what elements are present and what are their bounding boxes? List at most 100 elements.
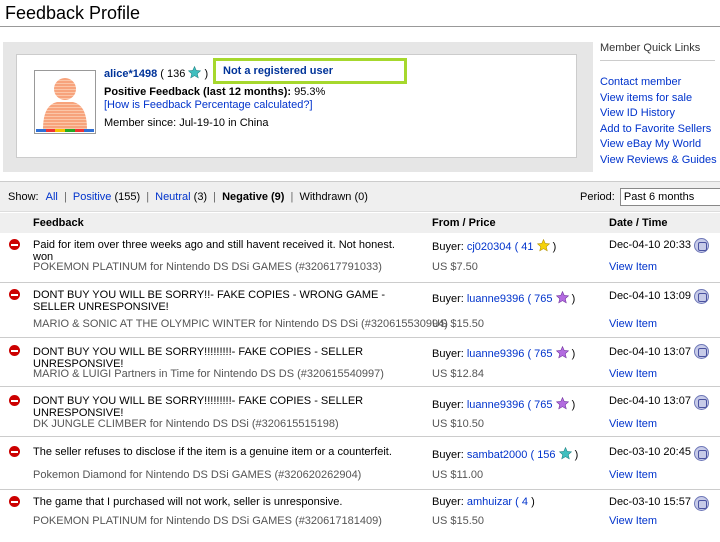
buyer-info: Buyer: sambat2000 ( 156 ): [432, 447, 578, 461]
negative-feedback-icon: [9, 496, 20, 507]
quick-link-favorite-sellers[interactable]: Add to Favorite Sellers: [600, 122, 720, 138]
buyer-score-link[interactable]: ( 41: [515, 241, 534, 253]
buyer-label: Buyer:: [432, 496, 464, 508]
buyer-label: Buyer:: [432, 241, 464, 253]
buyer-score-link[interactable]: ( 765: [527, 399, 552, 411]
score-close: ): [204, 68, 209, 80]
filter-withdrawn: Withdrawn (0): [299, 191, 368, 203]
feedback-date: Dec-04-10 13:09: [609, 290, 691, 302]
buyer-info: Buyer: cj020304 ( 41 ): [432, 239, 556, 253]
feedback-date: Dec-03-10 15:57: [609, 496, 691, 508]
feedback-date: Dec-04-10 13:07: [609, 346, 691, 358]
period-select[interactable]: Past 6 months ▼: [619, 188, 720, 206]
buyer-score-link[interactable]: ( 4: [515, 496, 528, 508]
purple-star-icon: [555, 291, 569, 304]
avatar-color-strip: [36, 129, 95, 132]
negative-feedback-icon: [9, 446, 20, 457]
view-item-link[interactable]: View Item: [609, 469, 657, 481]
score-open: (: [160, 68, 164, 80]
view-item-link[interactable]: View Item: [609, 368, 657, 380]
feedback-comment: The game that I purchased will not work,…: [33, 496, 343, 508]
negative-feedback-icon: [9, 345, 20, 356]
avatar[interactable]: [34, 70, 96, 134]
price: US $10.50: [432, 418, 484, 430]
buyer-score-close: ): [571, 293, 576, 305]
buyer-link[interactable]: luanne9396: [467, 399, 525, 411]
buyer-info: Buyer: amhuizar ( 4 ): [432, 496, 535, 508]
buyer-score-link[interactable]: ( 765: [527, 293, 552, 305]
item-title: POKEMON PLATINUM for Nintendo DS DSi GAM…: [33, 515, 382, 527]
period-value: Past 6 months: [623, 191, 695, 203]
quick-link-my-world[interactable]: View eBay My World: [600, 137, 720, 153]
quick-link-contact-member[interactable]: Contact member: [600, 75, 720, 91]
positive-feedback-label: Positive Feedback (last 12 months):: [104, 86, 292, 98]
feedback-date: Dec-04-10 13:07: [609, 395, 691, 407]
buyer-link[interactable]: sambat2000: [467, 449, 528, 461]
filter-neutral[interactable]: Neutral: [155, 191, 190, 203]
quick-link-id-history[interactable]: View ID History: [600, 106, 720, 122]
filter-positive[interactable]: Positive: [73, 191, 112, 203]
view-item-link[interactable]: View Item: [609, 418, 657, 430]
table-row: DONT BUY YOU WILL BE SORRY!!!!!!!!!- FAK…: [0, 338, 720, 387]
member-quick-links: Member Quick Links Contact member View i…: [600, 42, 720, 168]
registration-status-link[interactable]: Not a registered user: [223, 65, 333, 77]
column-from-price: From / Price: [432, 217, 496, 229]
buyer-link[interactable]: cj020304: [467, 241, 512, 253]
buyer-label: Buyer:: [432, 449, 464, 461]
view-item-link[interactable]: View Item: [609, 318, 657, 330]
quick-link-items-for-sale[interactable]: View items for sale: [600, 91, 720, 107]
quick-link-reviews-guides[interactable]: View Reviews & Guides: [600, 153, 720, 169]
buyer-link[interactable]: amhuizar: [467, 496, 512, 508]
item-history-icon[interactable]: [694, 446, 709, 461]
buyer-score-close: ): [574, 449, 579, 461]
item-history-icon[interactable]: [694, 344, 709, 359]
filter-separator: |: [146, 191, 150, 203]
feedback-date: Dec-03-10 20:45: [609, 446, 691, 458]
feedback-date: Dec-04-10 20:33: [609, 239, 691, 251]
feedback-filters: Show: All | Positive (155) | Neutral (3)…: [8, 191, 368, 203]
column-feedback: Feedback: [33, 217, 84, 229]
table-row: DONT BUY YOU WILL BE SORRY!!!!!!!!!- FAK…: [0, 387, 720, 437]
buyer-score-link[interactable]: ( 765: [527, 348, 552, 360]
feedback-comment: The seller refuses to disclose if the it…: [33, 446, 392, 458]
user-line: alice*1498 ( 136 ): [104, 66, 208, 80]
feedback-comment: DONT BUY YOU WILL BE SORRY!!!!!!!!!- FAK…: [33, 395, 364, 419]
star-icon: [188, 66, 202, 79]
teal-star-icon: [558, 447, 572, 460]
negative-feedback-icon: [9, 395, 20, 406]
quick-links-title: Member Quick Links: [600, 42, 715, 61]
buyer-link[interactable]: luanne9396: [467, 348, 525, 360]
table-row: The game that I purchased will not work,…: [0, 490, 720, 542]
item-history-icon[interactable]: [694, 496, 709, 511]
item-history-icon[interactable]: [694, 289, 709, 304]
item-title: Pokemon Diamond for Nintendo DS DSi GAME…: [33, 469, 362, 481]
registration-highlight: Not a registered user: [213, 58, 407, 84]
price: US $11.00: [432, 469, 484, 481]
buyer-score-link[interactable]: ( 156: [530, 449, 555, 461]
feedback-calc-link[interactable]: [How is Feedback Percentage calculated?]: [104, 99, 313, 111]
buyer-score-close: ): [571, 348, 576, 360]
negative-feedback-icon: [9, 239, 20, 250]
buyer-info: Buyer: luanne9396 ( 765 ): [432, 397, 575, 411]
filter-bar: Show: All | Positive (155) | Neutral (3)…: [0, 181, 720, 212]
filter-separator: |: [63, 191, 67, 203]
buyer-link[interactable]: luanne9396: [467, 293, 525, 305]
buyer-score-close: ): [552, 241, 557, 253]
person-silhouette-icon: [43, 78, 87, 129]
buyer-info: Buyer: luanne9396 ( 765 ): [432, 346, 575, 360]
feedback-score-link[interactable]: 136: [167, 68, 185, 80]
view-item-link[interactable]: View Item: [609, 515, 657, 527]
positive-feedback-line: Positive Feedback (last 12 months): 95.3…: [104, 86, 325, 98]
item-history-icon[interactable]: [694, 238, 709, 253]
price: US $15.50: [432, 318, 484, 330]
item-title: MARIO & LUIGI Partners in Time for Ninte…: [33, 368, 384, 380]
item-title: POKEMON PLATINUM for Nintendo DS DSi GAM…: [33, 261, 382, 273]
show-label: Show:: [8, 191, 39, 203]
buyer-score-close: ): [571, 399, 576, 411]
view-item-link[interactable]: View Item: [609, 261, 657, 273]
table-row: DONT BUY YOU WILL BE SORRY!!- FAKE COPIE…: [0, 283, 720, 338]
username-link[interactable]: alice*1498: [104, 68, 157, 80]
filter-all[interactable]: All: [46, 191, 58, 203]
feedback-comment: DONT BUY YOU WILL BE SORRY!!- FAKE COPIE…: [33, 289, 386, 313]
item-history-icon[interactable]: [694, 395, 709, 410]
